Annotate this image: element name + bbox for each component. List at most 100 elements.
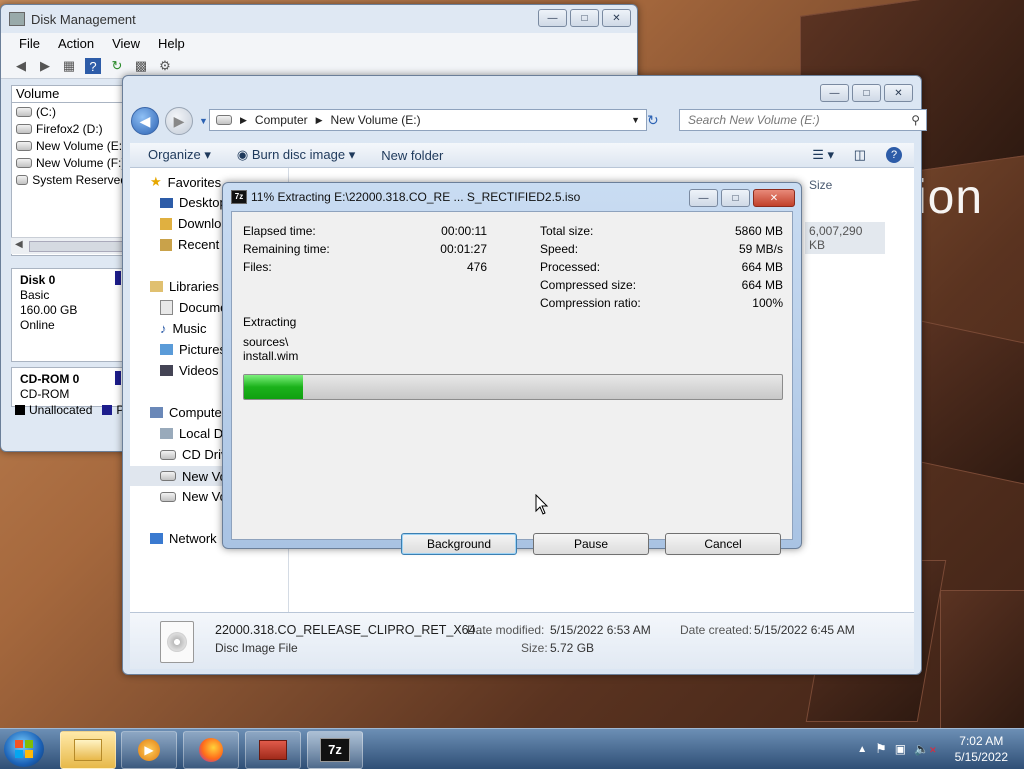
close-button[interactable]: ✕ [753,189,795,207]
scroll-thumb[interactable] [29,241,125,252]
new-folder-button[interactable]: New folder [381,148,443,163]
start-button[interactable] [4,731,44,767]
details-pane: 22000.318.CO_RELEASE_CLIPRO_RET_X64... D… [130,612,914,669]
taskbar-explorer[interactable] [60,731,116,769]
volume-item[interactable]: New Volume (E:) [12,137,127,154]
disk-0-card[interactable]: Disk 0 Basic 160.00 GB Online [11,268,129,362]
search-icon[interactable]: ⚲ [911,113,920,127]
taskbar-firefox[interactable] [183,731,239,769]
nav-music[interactable]: ♪ Music [160,321,206,336]
drive-icon [160,471,176,481]
forward-arrow-icon[interactable]: ▶ [37,58,53,74]
breadcrumb-computer[interactable]: Computer [255,113,308,127]
back-button[interactable]: ◀ [131,107,159,135]
remaining-value: 00:01:27 [440,242,487,256]
refresh-icon[interactable]: ↻ [109,58,125,74]
help-icon[interactable]: ? [886,147,902,163]
progress-fill [244,375,304,399]
disk-management-menubar: File Action View Help [1,33,637,54]
minimize-button[interactable]: — [689,189,718,207]
volume-item[interactable]: New Volume (F:) [12,154,127,171]
compression-ratio-row: Compression ratio: 100% [540,296,783,312]
breadcrumb-separator-icon[interactable]: ▶ [316,115,323,126]
drive-icon [160,491,176,502]
documents-icon [160,300,173,315]
network-icon[interactable]: ▣ [895,742,906,756]
disk-management-icon [9,12,25,26]
file-size-cell[interactable]: 6,007,290 KB [805,222,885,254]
close-button[interactable]: ✕ [602,9,631,27]
nav-downloads[interactable]: Downlo [160,216,221,231]
close-button[interactable]: ✕ [884,84,913,102]
forward-button[interactable]: ▶ [165,107,193,135]
view-options-icon[interactable]: ☰ ▾ [812,147,834,163]
show-hidden-icons-icon[interactable]: ▲ [857,744,867,755]
minimize-button[interactable]: — [538,9,567,27]
nav-libraries[interactable]: Libraries [150,279,219,294]
disk-legend: Unallocated P [15,403,124,417]
pause-button[interactable]: Pause [533,533,649,555]
cancel-button[interactable]: Cancel [665,533,781,555]
nav-favorites[interactable]: ★ Favorites [150,174,221,190]
volume-muted-icon[interactable]: 🔈✕ [914,742,937,756]
properties-icon[interactable]: ▩ [133,58,149,74]
volume-item[interactable]: Firefox2 (D:) [12,120,127,137]
nav-pictures[interactable]: Pictures [160,342,226,357]
menu-help[interactable]: Help [158,36,185,51]
taskbar-media-player[interactable]: ▶ [121,731,177,769]
refresh-icon[interactable]: ↻ [647,112,659,129]
nav-new-volume-f[interactable]: New Vo [160,489,227,504]
drive-icon [216,115,232,125]
nav-documents[interactable]: Docume [160,300,227,315]
settings-icon[interactable]: ⚙ [157,58,173,74]
remaining-label: Remaining time: [243,242,330,256]
volume-item[interactable]: (C:) [12,103,127,120]
search-input[interactable]: Search New Volume (E:) ⚲ [679,109,927,131]
nav-desktop[interactable]: Desktop [160,195,227,210]
clock[interactable]: 7:02 AM 5/15/2022 [955,733,1008,765]
music-icon: ♪ [160,321,167,336]
cdrom-0-card[interactable]: CD-ROM 0 CD-ROM [11,367,129,407]
minimize-button[interactable]: — [820,84,849,102]
back-arrow-icon[interactable]: ◀ [13,58,29,74]
disk-0-partition-bar[interactable] [115,271,121,285]
help-icon[interactable]: ? [85,58,101,74]
maximize-button[interactable]: □ [570,9,599,27]
taskbar-computer-management[interactable] [245,731,301,769]
nav-computer[interactable]: Compute [150,405,222,420]
nav-local-disk[interactable]: Local Di [160,426,226,441]
nav-network[interactable]: Network [150,531,217,546]
disk-0-name: Disk 0 [20,273,56,287]
volume-column-header[interactable]: Volume [11,85,132,103]
maximize-button[interactable]: □ [852,84,881,102]
disc-shape [167,632,187,652]
horizontal-scrollbar[interactable]: ◀ [11,237,126,254]
nav-recent-places[interactable]: Recent P [160,237,231,252]
menu-view[interactable]: View [112,36,140,51]
console-tree-icon[interactable]: ▦ [61,58,77,74]
menu-file[interactable]: File [19,36,40,51]
menu-action[interactable]: Action [58,36,94,51]
organize-button[interactable]: Organize ▾ [148,147,211,163]
breadcrumb-new-volume[interactable]: New Volume (E:) [331,113,421,127]
total-size-row: Total size: 5860 MB [540,224,783,240]
action-center-flag-icon[interactable]: ⚑ [875,741,887,757]
background-button[interactable]: Background [401,533,517,555]
taskbar-7zip[interactable]: 7z [307,731,363,769]
column-size[interactable]: Size [809,178,832,192]
nav-videos[interactable]: Videos [160,363,219,378]
preview-pane-icon[interactable]: ◫ [854,147,866,163]
clock-date: 5/15/2022 [954,750,1008,764]
volume-item[interactable]: System Reserved [12,171,127,188]
scroll-left-icon[interactable]: ◀ [15,239,23,250]
nav-cd-drive[interactable]: CD Driv [160,447,228,462]
breadcrumb-separator-icon[interactable]: ▶ [240,115,247,126]
burn-disc-image-button[interactable]: ◉ Burn disc image ▾ [237,147,355,163]
maximize-button[interactable]: □ [721,189,750,207]
details-file-type: Disc Image File [215,641,298,655]
recent-pages-icon[interactable]: ▼ [199,116,208,126]
address-dropdown-icon[interactable]: ▼ [631,115,640,125]
cdrom-0-name: CD-ROM 0 [20,372,80,386]
cdrom-0-partition-bar[interactable] [115,371,121,385]
address-bar[interactable]: ▶ Computer ▶ New Volume (E:) ▼ [209,109,647,131]
